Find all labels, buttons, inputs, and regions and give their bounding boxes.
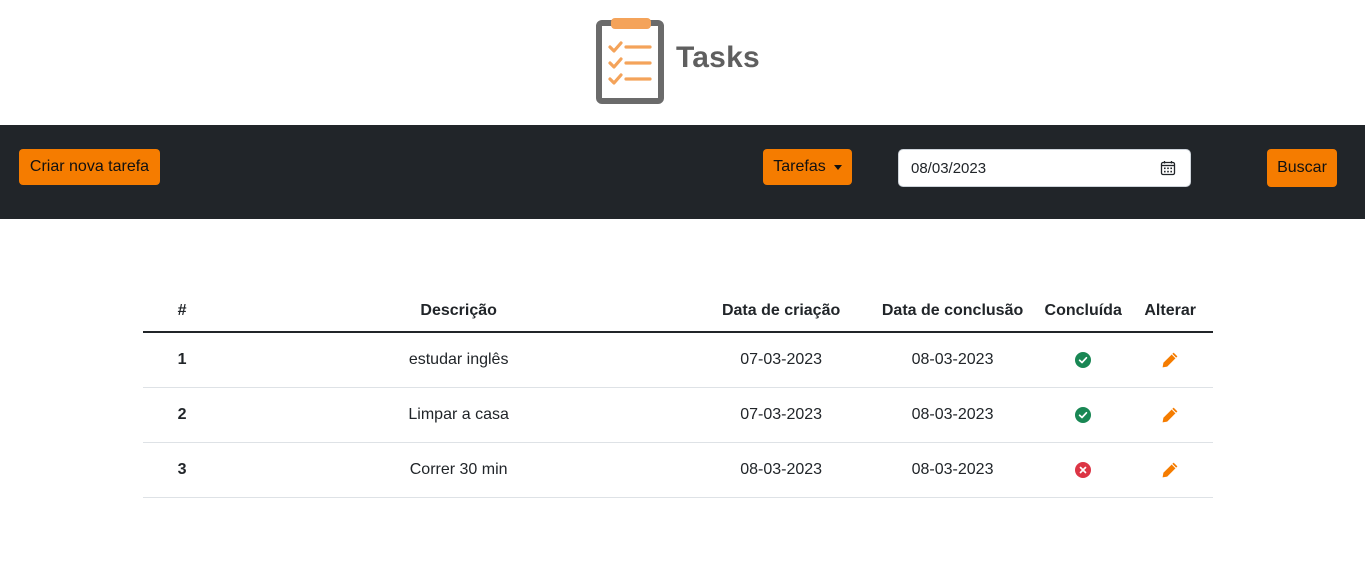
- header: Tasks: [0, 0, 1365, 125]
- pencil-icon[interactable]: [1161, 406, 1179, 424]
- row-created: 07-03-2023: [696, 332, 867, 388]
- search-button[interactable]: Buscar: [1267, 149, 1337, 187]
- pencil-icon[interactable]: [1161, 351, 1179, 369]
- row-edit-cell: [1127, 387, 1213, 443]
- row-done-cell: [1039, 442, 1128, 498]
- header-index: #: [143, 291, 222, 333]
- row-completed-date: 08-03-2023: [866, 442, 1040, 498]
- row-created: 07-03-2023: [696, 387, 867, 443]
- clipboard-checklist-icon: [596, 18, 664, 104]
- row-completed-date: 08-03-2023: [866, 332, 1040, 388]
- row-done-cell: [1039, 387, 1128, 443]
- row-description: Correr 30 min: [221, 442, 697, 498]
- tasks-filter-dropdown[interactable]: Tarefas: [763, 149, 852, 185]
- pencil-icon[interactable]: [1161, 461, 1179, 479]
- row-index: 1: [143, 332, 222, 388]
- row-index: 2: [143, 387, 222, 443]
- row-done-cell: [1039, 332, 1128, 388]
- x-circle-icon: [1075, 461, 1092, 478]
- header-created: Data de criação: [696, 291, 867, 333]
- tasks-filter-label: Tarefas: [773, 158, 826, 175]
- new-task-button[interactable]: Criar nova tarefa: [19, 149, 160, 185]
- header-completed-date: Data de conclusão: [866, 291, 1040, 333]
- header-done: Concluída: [1039, 291, 1128, 333]
- app-title: Tasks: [676, 41, 760, 74]
- table-row: 3 Correr 30 min 08-03-2023 08-03-2023: [143, 442, 1213, 498]
- date-field[interactable]: 08/03/2023: [898, 149, 1191, 187]
- caret-down-icon: [833, 164, 842, 170]
- row-index: 3: [143, 442, 222, 498]
- tasks-table-container: # Descrição Data de criação Data de conc…: [143, 291, 1213, 498]
- row-edit-cell: [1127, 442, 1213, 498]
- check-circle-icon: [1075, 351, 1092, 368]
- row-description: Limpar a casa: [221, 387, 697, 443]
- header-edit: Alterar: [1127, 291, 1213, 333]
- toolbar: Criar nova tarefa Tarefas 08/03/2023 Bus…: [0, 125, 1365, 219]
- app-logo: Tasks: [596, 18, 760, 104]
- row-description: estudar inglês: [221, 332, 697, 388]
- header-description: Descrição: [221, 291, 697, 333]
- check-circle-icon: [1075, 406, 1092, 423]
- date-field-value: 08/03/2023: [911, 159, 987, 177]
- row-created: 08-03-2023: [696, 442, 867, 498]
- row-completed-date: 08-03-2023: [866, 387, 1040, 443]
- table-row: 2 Limpar a casa 07-03-2023 08-03-2023: [143, 387, 1213, 443]
- tasks-table: # Descrição Data de criação Data de conc…: [143, 291, 1213, 498]
- calendar-icon[interactable]: [1160, 160, 1176, 176]
- table-header-row: # Descrição Data de criação Data de conc…: [143, 291, 1213, 333]
- row-edit-cell: [1127, 332, 1213, 388]
- table-row: 1 estudar inglês 07-03-2023 08-03-2023: [143, 332, 1213, 388]
